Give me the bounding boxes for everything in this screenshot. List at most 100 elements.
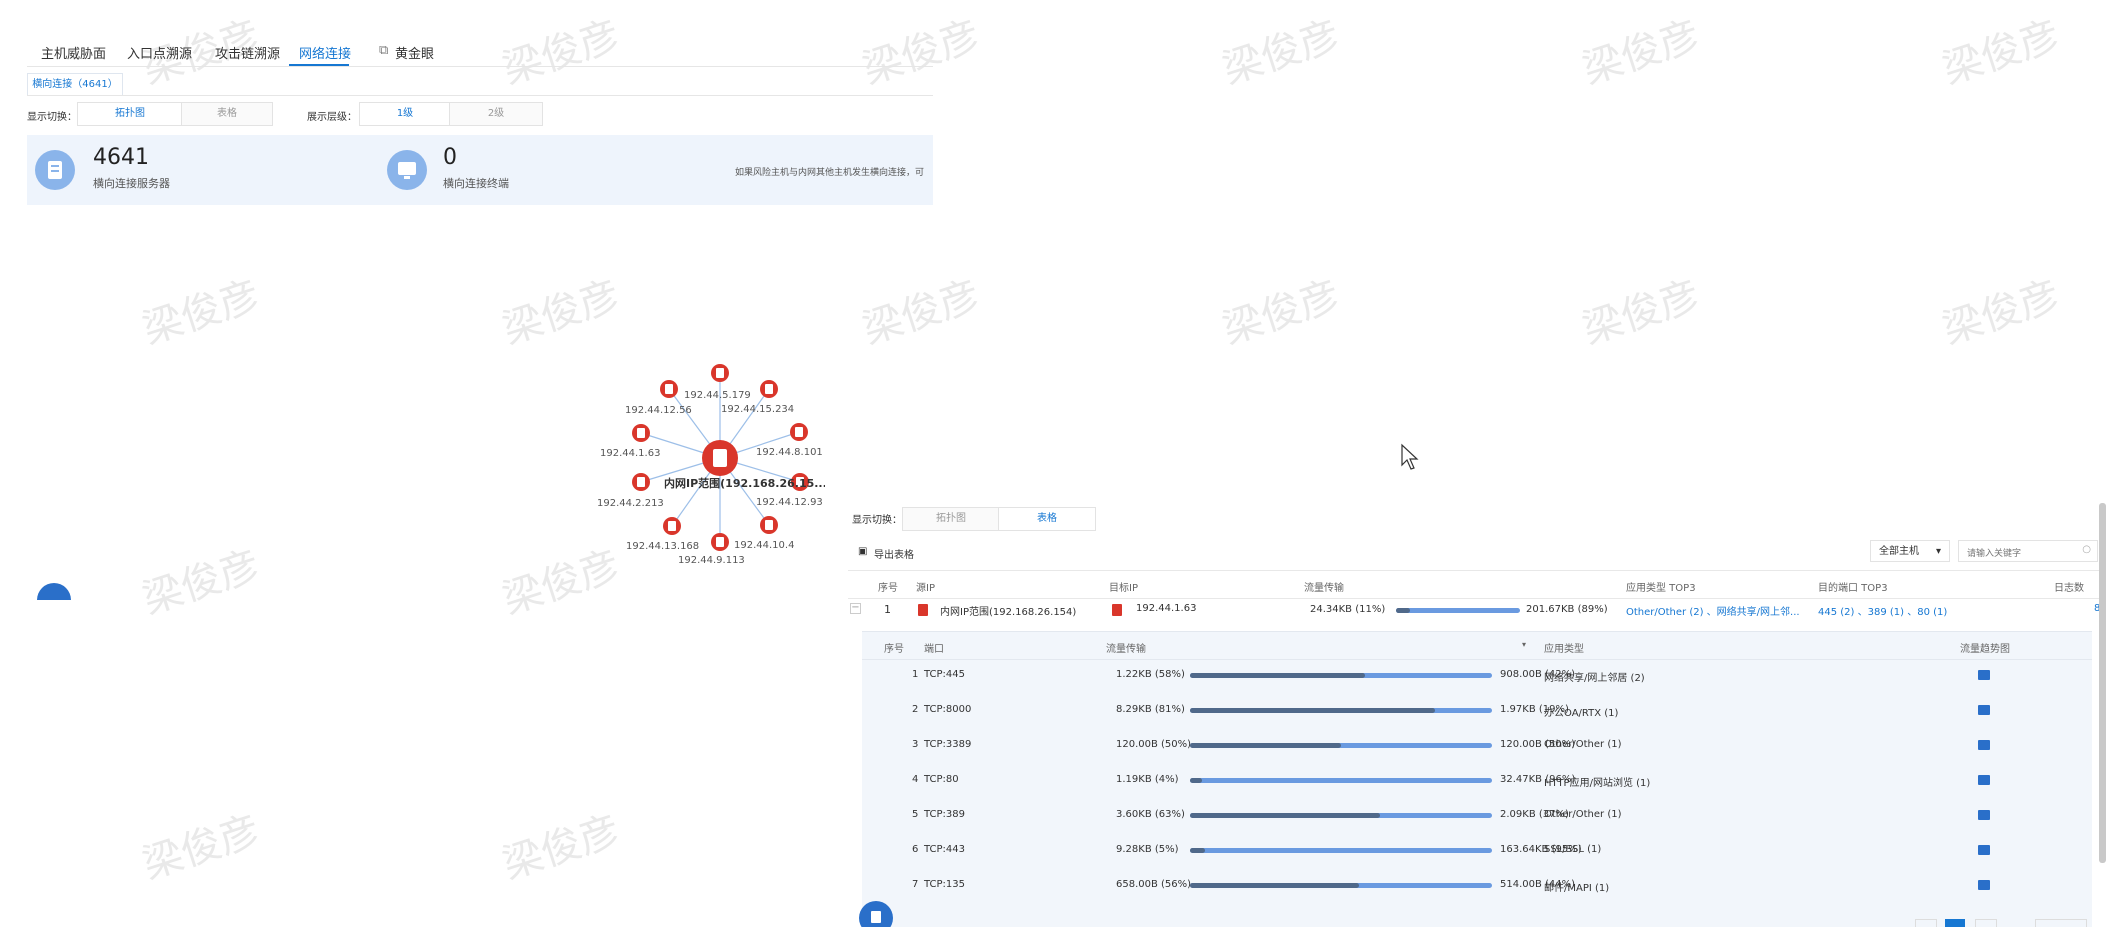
sub-row-index: 1 — [912, 669, 919, 680]
server-icon — [1112, 604, 1122, 616]
topology-node[interactable]: 192.44.5.179 — [684, 364, 751, 401]
watermark-text: 梁俊彦 — [1217, 12, 1346, 94]
sub-table-row: 1 TCP:445 1.22KB (58%) 908.00B (42%) 网络共享/网上… — [862, 665, 2092, 687]
traffic-bar-fill — [1190, 743, 1341, 748]
sub-row-index: 7 — [912, 879, 919, 890]
table-toggle[interactable]: 表格 — [181, 102, 273, 126]
trend-chart-icon[interactable] — [1978, 880, 1990, 890]
divider — [862, 659, 2092, 660]
divider — [27, 95, 933, 96]
sub-row-traffic-in: 1.22KB (58%) — [1116, 669, 1185, 680]
node-label: 192.44.2.213 — [597, 498, 664, 509]
table-view-panel: 显示切换： 拓扑图 表格 ▣ 导出表格 全部主机 ▾ ○ 序号 源IP 目标IP… — [848, 503, 2106, 927]
row-port-top3-link[interactable]: 445 (2) 、389 (1) 、80 (1) — [1818, 603, 1947, 618]
col-index: 序号 — [878, 583, 898, 594]
collapse-toggle-icon[interactable]: − — [850, 603, 861, 614]
trend-chart-icon[interactable] — [1978, 810, 1990, 820]
sub-row-app: 邮件/MAPI (1) — [1544, 883, 1610, 894]
watermark-text: 梁俊彦 — [137, 272, 266, 354]
tab-network-connection[interactable]: 网络连接 — [299, 43, 351, 62]
server-icon — [35, 150, 75, 190]
copy-icon: ⧉ — [379, 43, 389, 58]
display-switch-label: 显示切换： — [27, 112, 77, 123]
col-traffic: 流量传输 — [1304, 583, 1344, 594]
sub-row-app: 网络共享/网上邻居 (2) — [1544, 673, 1645, 684]
row-app-top3-link[interactable]: Other/Other (2) 、网络共享/网上邻... — [1626, 603, 1800, 618]
sub-row-app: Other/Other (1) — [1544, 809, 1622, 820]
sort-icon[interactable]: ▾ — [1522, 640, 1526, 649]
level-2-toggle[interactable]: 2级 — [449, 102, 543, 126]
prev-page-button[interactable] — [1915, 919, 1937, 927]
sub-row-port: TCP:135 — [924, 879, 965, 890]
trend-chart-icon[interactable] — [1978, 740, 1990, 750]
page-size-select[interactable] — [2035, 919, 2087, 927]
server-icon — [637, 477, 645, 487]
server-icon — [765, 384, 773, 394]
topology-node[interactable]: 192.44.13.168 — [626, 517, 699, 552]
sub-table-row: 3 TCP:3389 120.00B (50%) 120.00B (50%) Other… — [862, 735, 2092, 757]
search-icon: ○ — [2082, 544, 2091, 555]
sub-row-app: 办公OA/RTX (1) — [1544, 708, 1619, 719]
sub-row-port: TCP:445 — [924, 669, 965, 680]
vertical-scrollbar[interactable] — [2099, 503, 2106, 863]
traffic-bar-fill — [1190, 708, 1435, 713]
node-label: 192.44.5.179 — [684, 390, 751, 401]
topology-node[interactable]: 192.44.1.63 — [600, 424, 660, 459]
sub-row-index: 3 — [912, 739, 919, 750]
node-label: 192.44.1.63 — [600, 448, 660, 459]
sub-col-port: 端口 — [924, 644, 944, 655]
sub-table-row: 2 TCP:8000 8.29KB (81%) 1.97KB (19%) 办公OA/RT… — [862, 700, 2092, 722]
topology-node[interactable]: 192.44.10.4 — [734, 516, 794, 551]
table-topology-toggle[interactable]: 拓扑图 — [902, 507, 1000, 531]
sub-col-index: 序号 — [884, 644, 904, 655]
sub-row-traffic-in: 1.19KB (4%) — [1116, 774, 1179, 785]
trend-chart-icon[interactable] — [1978, 845, 1990, 855]
tab-entry-trace[interactable]: 入口点溯源 — [127, 43, 192, 62]
sub-row-index: 2 — [912, 704, 919, 715]
mouse-cursor-icon — [1400, 443, 1420, 475]
tab-attack-chain[interactable]: 攻击链溯源 — [215, 43, 280, 62]
trend-chart-icon[interactable] — [1978, 670, 1990, 680]
traffic-bar — [1190, 743, 1492, 748]
page-1-button[interactable] — [1945, 919, 1965, 927]
server-count: 4641 — [93, 145, 149, 170]
level-1-toggle[interactable]: 1级 — [359, 102, 451, 126]
export-table-button[interactable]: 导出表格 — [874, 546, 914, 561]
divider — [862, 631, 2092, 632]
col-app-top3: 应用类型 TOP3 — [1626, 583, 1696, 594]
host-filter-select[interactable]: 全部主机 ▾ — [1870, 540, 1950, 562]
keyword-search-input[interactable] — [1965, 544, 2079, 564]
level-switch-label: 展示层级： — [307, 112, 357, 123]
node-label: 192.44.15.234 — [721, 404, 794, 415]
tab-golden-eye[interactable]: 黄金眼 — [395, 43, 434, 62]
trend-chart-icon[interactable] — [1978, 705, 1990, 715]
server-icon — [716, 537, 724, 547]
stats-bar: 4641 横向连接服务器 0 横向连接终端 如果风险主机与内网其他主机发生横向连… — [27, 135, 933, 205]
next-page-button[interactable] — [1975, 919, 1997, 927]
server-count-label: 横向连接服务器 — [93, 177, 170, 190]
table-table-toggle[interactable]: 表格 — [998, 507, 1096, 531]
watermark-text: 梁俊彦 — [497, 272, 626, 354]
server-icon — [918, 604, 928, 616]
trend-chart-icon[interactable] — [1978, 775, 1990, 785]
row-traffic-in: 24.34KB (11%) — [1310, 604, 1386, 615]
float-action-button[interactable] — [859, 901, 893, 927]
col-dst-ip: 目标IP — [1109, 583, 1138, 594]
topology-node[interactable]: 192.44.8.101 — [756, 423, 823, 458]
tab-host-threat[interactable]: 主机威胁面 — [41, 43, 106, 62]
traffic-bar-fill — [1190, 848, 1206, 853]
sub-table-row: 6 TCP:443 9.28KB (5%) 163.64KB (95%) SSL/SSL… — [862, 840, 2092, 862]
traffic-bar-fill — [1190, 883, 1360, 888]
topology-node[interactable]: 192.44.12.56 — [625, 380, 692, 416]
topology-toggle[interactable]: 拓扑图 — [77, 102, 183, 126]
col-src-ip: 源IP — [916, 583, 935, 594]
float-button-partial[interactable] — [37, 583, 71, 600]
node-label: 192.44.8.101 — [756, 447, 823, 458]
node-label: 192.44.13.168 — [626, 541, 699, 552]
watermark-text: 梁俊彦 — [1577, 272, 1706, 354]
traffic-bar-fill — [1396, 608, 1410, 613]
sub-row-traffic-in: 3.60KB (63%) — [1116, 809, 1185, 820]
sub-row-port: TCP:3389 — [924, 739, 972, 750]
row-dst-ip: 192.44.1.63 — [1136, 603, 1197, 614]
subtab-lateral-connection[interactable]: 横向连接（4641） — [27, 73, 123, 96]
